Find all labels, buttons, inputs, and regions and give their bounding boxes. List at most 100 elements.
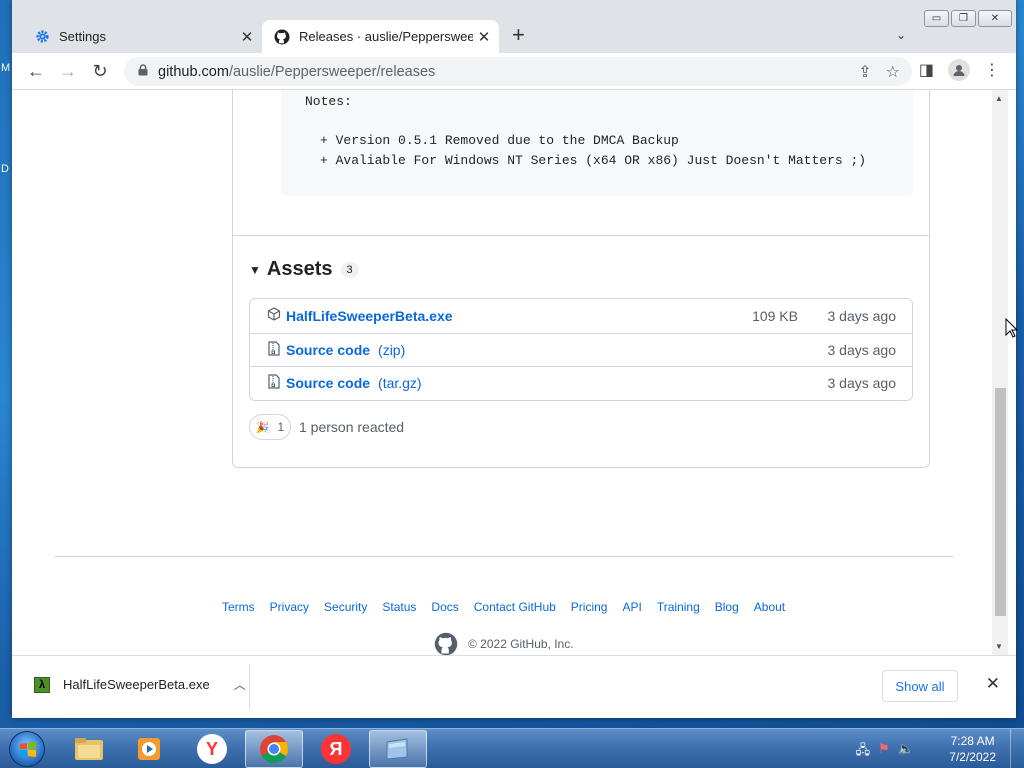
yandex-icon: Я xyxy=(321,734,351,764)
footer-link-contact[interactable]: Contact GitHub xyxy=(474,600,556,614)
release-notes-code-block: Notes: + Version 0.5.1 Removed due to th… xyxy=(281,90,913,196)
forward-button[interactable]: → xyxy=(52,55,84,87)
footer-link-training[interactable]: Training xyxy=(657,600,700,614)
taskbar-explorer[interactable] xyxy=(60,730,118,768)
close-tab-icon[interactable]: ✕ xyxy=(473,28,495,46)
new-tab-button[interactable]: + xyxy=(512,24,525,46)
notes-line: + Avaliable For Windows NT Series (x64 O… xyxy=(320,153,867,168)
asset-row: Source code (zip) 3 days ago xyxy=(250,332,912,367)
divider xyxy=(249,664,250,710)
download-item[interactable]: λ HalfLifeSweeperBeta.exe ︿ xyxy=(34,676,246,693)
assets-title: Assets xyxy=(266,258,333,280)
show-desktop-button[interactable] xyxy=(1010,729,1024,768)
minimize-button[interactable]: ▭ xyxy=(924,10,949,27)
clock-date: 7/2/2022 xyxy=(949,750,996,764)
divider xyxy=(233,235,929,236)
footer-link-docs[interactable]: Docs xyxy=(431,600,458,614)
bookmark-star-icon[interactable]: ☆ xyxy=(886,62,900,82)
clock-time: 7:28 AM xyxy=(950,734,995,748)
yandex-browser-icon: Y xyxy=(197,734,227,764)
footer-link-blog[interactable]: Blog xyxy=(715,600,739,614)
asset-row: Source code (tar.gz) 3 days ago xyxy=(250,366,912,400)
tab-releases[interactable]: Releases · auslie/Peppersweeper ✕ xyxy=(262,20,499,53)
taskbar-clock[interactable]: 7:28 AM 7/2/2022 xyxy=(949,733,996,765)
url-host: github.com xyxy=(158,63,229,80)
asset-link[interactable]: HalfLifeSweeperBeta.exe xyxy=(286,308,453,324)
asset-link[interactable]: Source code xyxy=(286,342,370,358)
menu-kebab-icon[interactable]: ⋮ xyxy=(984,60,1000,80)
system-tray: 🖧 ⚑ 🔈 xyxy=(856,741,914,763)
assets-count-badge: 3 xyxy=(340,261,359,278)
scroll-thumb[interactable] xyxy=(995,388,1006,616)
start-button[interactable] xyxy=(9,731,45,767)
desktop-edge: M D xyxy=(0,0,12,720)
tab-settings[interactable]: Settings ✕ xyxy=(22,20,262,53)
windows-logo-icon xyxy=(20,742,36,757)
footer-divider xyxy=(54,556,954,557)
tab-strip: Settings ✕ Releases · auslie/Peppersweep… xyxy=(12,0,1016,53)
taskbar-chrome[interactable] xyxy=(245,730,303,768)
tab-title: Settings xyxy=(59,29,106,44)
close-icon[interactable]: ✕ xyxy=(986,674,1000,694)
footer-copyright: © 2022 GitHub, Inc. xyxy=(434,632,574,655)
footer-link-api[interactable]: API xyxy=(622,600,641,614)
taskbar-media-player[interactable] xyxy=(120,730,178,768)
footer-link-terms[interactable]: Terms xyxy=(222,600,255,614)
asset-ext[interactable]: (tar.gz) xyxy=(378,375,422,391)
media-player-icon xyxy=(138,738,160,760)
assets-toggle[interactable]: ▼ Assets 3 xyxy=(249,258,359,281)
scroll-down-arrow-icon[interactable]: ▼ xyxy=(995,642,1003,651)
profile-avatar-icon[interactable] xyxy=(948,59,970,81)
reaction-button[interactable]: 🎉 1 xyxy=(249,414,291,440)
show-all-button[interactable]: Show all xyxy=(882,670,958,702)
back-button[interactable]: ← xyxy=(20,55,52,87)
tab-title: Releases · auslie/Peppersweeper xyxy=(299,29,473,44)
asset-link[interactable]: Source code xyxy=(286,375,370,391)
lambda-file-icon: λ xyxy=(34,676,50,693)
address-bar[interactable]: github.com/auslie/Peppersweeper/releases… xyxy=(124,57,912,86)
asset-date: 3 days ago xyxy=(827,375,897,392)
footer-link-status[interactable]: Status xyxy=(382,600,416,614)
folder-icon xyxy=(75,738,103,760)
taskbar-yandex[interactable]: Я xyxy=(307,730,365,768)
restore-button[interactable]: ❐ xyxy=(951,10,976,27)
lock-icon[interactable] xyxy=(138,63,148,80)
browser-toolbar: ← → ↻ github.com/auslie/Peppersweeper/re… xyxy=(12,53,1016,90)
taskbar-window-app[interactable] xyxy=(369,730,427,768)
footer-link-about[interactable]: About xyxy=(754,600,785,614)
action-center-flag-icon[interactable]: ⚑ xyxy=(878,741,890,763)
github-icon xyxy=(274,29,290,45)
close-tab-icon[interactable]: ✕ xyxy=(236,28,258,46)
release-card: Notes: + Version 0.5.1 Removed due to th… xyxy=(232,90,930,468)
desktop-icon-label-fragment: D xyxy=(1,163,9,175)
taskbar-yandex-browser[interactable]: Y xyxy=(183,730,241,768)
notes-line: + Version 0.5.1 Removed due to the DMCA … xyxy=(320,133,679,148)
chevron-down-icon[interactable]: ⌄ xyxy=(896,28,906,42)
download-shelf: λ HalfLifeSweeperBeta.exe ︿ Show all ✕ xyxy=(12,655,1016,718)
reactions: 🎉 1 1 person reacted xyxy=(249,414,404,440)
side-panel-icon[interactable]: ◨ xyxy=(919,60,934,80)
page-scrollbar[interactable]: ▲ ▼ xyxy=(992,90,1008,655)
scroll-up-arrow-icon[interactable]: ▲ xyxy=(995,94,1003,103)
notes-label: Notes: xyxy=(305,94,352,109)
reaction-summary: 1 person reacted xyxy=(299,419,405,435)
url-path: /auslie/Peppersweeper/releases xyxy=(228,63,436,80)
assets-list: HalfLifeSweeperBeta.exe 109 KB 3 days ag… xyxy=(249,298,913,401)
asset-date: 3 days ago xyxy=(827,307,897,324)
tada-icon: 🎉 xyxy=(255,421,270,434)
footer-link-pricing[interactable]: Pricing xyxy=(571,600,608,614)
network-icon[interactable]: 🖧 xyxy=(856,741,871,763)
github-logo-icon[interactable] xyxy=(434,632,458,655)
chevron-up-icon[interactable]: ︿ xyxy=(234,676,246,693)
page-viewport: Notes: + Version 0.5.1 Removed due to th… xyxy=(12,90,992,655)
taskbar: Y Я 🖧 ⚑ 🔈 7:28 AM 7/2/2022 xyxy=(0,728,1024,768)
download-file-name: HalfLifeSweeperBeta.exe xyxy=(63,677,210,692)
volume-icon[interactable]: 🔈 xyxy=(898,741,914,763)
close-window-button[interactable]: ✕ xyxy=(978,10,1012,27)
caret-down-icon: ▼ xyxy=(249,262,261,277)
asset-ext[interactable]: (zip) xyxy=(378,342,405,358)
reload-button[interactable]: ↻ xyxy=(84,55,116,87)
footer-link-privacy[interactable]: Privacy xyxy=(270,600,309,614)
footer-link-security[interactable]: Security xyxy=(324,600,367,614)
share-icon[interactable]: ⇪ xyxy=(858,62,871,82)
